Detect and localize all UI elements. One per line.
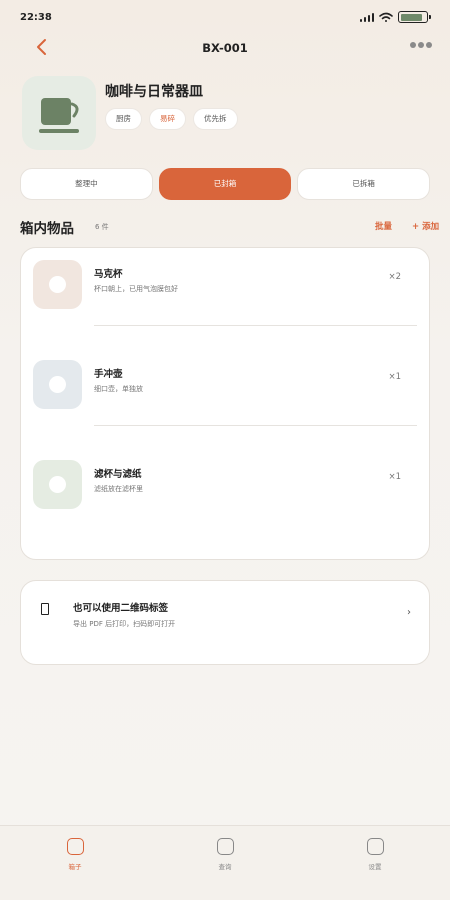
qr-title: 也可以使用二维码标签 — [73, 603, 169, 614]
divider — [94, 425, 417, 426]
status-segmented-control: 整理中 已封箱 已拆箱 — [20, 168, 431, 200]
settings-icon — [366, 838, 384, 855]
status-tab-sealed[interactable]: 已封箱 — [158, 168, 292, 200]
box-title: 咖啡与日常器皿 — [105, 84, 203, 100]
item-quantity: ×2 — [388, 272, 401, 282]
batch-button[interactable]: 批量 — [375, 220, 392, 232]
item-quantity: ×1 — [388, 372, 401, 382]
nav-label: 设置 — [368, 863, 382, 871]
more-dot-icon — [426, 42, 432, 48]
qr-subtitle: 导出 PDF 后打印，扫码即可打开 — [73, 620, 176, 628]
nav-label: 查询 — [218, 863, 232, 871]
more-dot-icon — [410, 42, 416, 48]
more-button[interactable] — [410, 42, 432, 48]
tag-priority[interactable]: 优先拆 — [193, 108, 238, 130]
add-item-button[interactable]: + 添加 — [412, 220, 439, 232]
item-note: 细口壶，单独放 — [94, 385, 143, 393]
chevron-right-icon: › — [407, 607, 411, 618]
nav-label: 箱子 — [68, 863, 82, 871]
list-item[interactable]: 马克杯 杯口朝上，已用气泡膜包好 ×2 — [21, 248, 429, 348]
battery-icon — [398, 11, 431, 23]
nav-item-search[interactable]: 查询 — [195, 838, 255, 871]
item-count: 6 件 — [95, 223, 109, 231]
divider — [94, 325, 417, 326]
item-note: 杯口朝上，已用气泡膜包好 — [94, 285, 178, 293]
box-icon — [66, 838, 84, 855]
status-time: 22:38 — [20, 12, 52, 23]
items-list: 马克杯 杯口朝上，已用气泡膜包好 ×2 手冲壶 细口壶，单独放 ×1 滤杯与滤纸… — [20, 247, 430, 560]
box-thumbnail — [22, 76, 96, 150]
bottom-nav: 箱子 查询 设置 — [0, 825, 450, 900]
item-thumbnail — [33, 260, 82, 309]
tag-list: 厨房 易碎 优先拆 — [105, 108, 238, 130]
item-quantity: ×1 — [388, 472, 401, 482]
signal-icon — [359, 12, 374, 22]
section-title: 箱内物品 — [20, 221, 74, 237]
item-name: 滤杯与滤纸 — [94, 469, 142, 480]
search-icon — [216, 838, 234, 855]
page-title: BX-001 — [202, 41, 248, 55]
status-tab-unpacked[interactable]: 已拆箱 — [297, 168, 431, 200]
item-note: 滤纸放在滤杯里 — [94, 485, 143, 493]
item-name: 马克杯 — [94, 269, 123, 280]
list-item[interactable]: 手冲壶 细口壶，单独放 ×1 — [21, 348, 429, 448]
tag-fragile[interactable]: 易碎 — [149, 108, 186, 130]
list-item[interactable]: 滤杯与滤纸 滤纸放在滤杯里 ×1 — [21, 448, 429, 548]
more-dot-icon — [418, 42, 424, 48]
item-name: 手冲壶 — [94, 369, 123, 380]
status-bar: 22:38 — [0, 0, 450, 36]
wifi-icon — [379, 12, 393, 22]
nav-item-boxes[interactable]: 箱子 — [45, 838, 105, 871]
phone-icon — [41, 603, 49, 615]
item-thumbnail — [33, 360, 82, 409]
status-tab-packing[interactable]: 整理中 — [20, 168, 153, 200]
coffee-cup-icon — [39, 98, 79, 133]
item-thumbnail — [33, 460, 82, 509]
tag-kitchen[interactable]: 厨房 — [105, 108, 142, 130]
qr-label-card[interactable]: 也可以使用二维码标签 导出 PDF 后打印，扫码即可打开 › — [20, 580, 430, 665]
nav-item-settings[interactable]: 设置 — [345, 838, 405, 871]
status-icons — [359, 11, 431, 23]
